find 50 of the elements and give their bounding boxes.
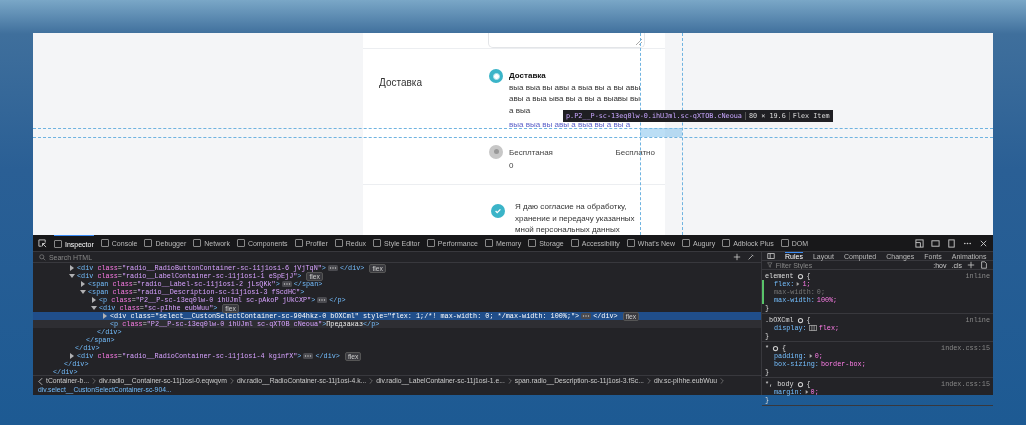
option-note: выа выа вы авы а выа вы а вы а	[509, 119, 631, 129]
price-label: Бесплатно	[615, 146, 656, 159]
sidebar-toggle-icon[interactable]	[767, 252, 775, 260]
collapsed-content-button[interactable]	[327, 265, 338, 271]
collapsed-content-button[interactable]	[581, 313, 592, 319]
chevron-right-icon	[720, 378, 725, 384]
collapsed-content-button[interactable]	[303, 353, 314, 359]
close-icon[interactable]	[979, 238, 988, 248]
document-icon[interactable]	[980, 261, 988, 269]
chevron-right-icon	[507, 378, 512, 384]
collapsed-content-button[interactable]	[317, 297, 328, 303]
caret-right-icon[interactable]	[91, 297, 97, 303]
section-label: Доставка	[379, 76, 423, 91]
caret-right-icon[interactable]	[80, 281, 86, 287]
gear-icon[interactable]	[772, 344, 780, 352]
option-title: Доставка	[509, 70, 547, 81]
chevron-right-icon	[369, 378, 374, 384]
filter-icon	[767, 262, 773, 268]
checkmark-icon	[494, 207, 502, 216]
scroll-left-icon[interactable]	[38, 377, 43, 385]
caret-right-icon[interactable]	[804, 390, 809, 394]
add-rule-icon[interactable]	[967, 261, 975, 269]
checkbox[interactable]	[491, 204, 505, 219]
option-label: Бесплтаная 0	[509, 146, 554, 172]
caret-right-icon[interactable]	[796, 282, 801, 286]
pick-element-icon[interactable]	[38, 238, 47, 248]
caret-right-icon[interactable]	[69, 353, 75, 359]
responsive-icon[interactable]	[947, 238, 956, 248]
collapsed-content-button[interactable]	[281, 281, 292, 287]
gear-icon[interactable]	[796, 272, 804, 280]
gear-icon[interactable]	[796, 316, 804, 324]
radio-button[interactable]	[489, 144, 503, 159]
eyedropper-icon[interactable]	[747, 253, 755, 261]
gear-icon[interactable]	[796, 380, 804, 388]
consent-text: Я даю согласие на обработку, хранение и передачу указанных мной персональных данных	[515, 201, 636, 235]
flexbox-icon[interactable]	[808, 325, 817, 331]
dock-bottom-icon[interactable]	[931, 238, 940, 248]
chevron-right-icon	[229, 378, 234, 384]
chevron-right-icon	[92, 378, 97, 384]
radio-button[interactable]	[489, 69, 503, 84]
chevron-right-icon	[646, 378, 651, 384]
caret-right-icon[interactable]	[808, 354, 813, 358]
resize-handle-icon[interactable]	[636, 39, 642, 45]
add-node-icon[interactable]	[733, 253, 741, 261]
caret-right-icon[interactable]	[69, 265, 75, 271]
dock-side-icon[interactable]	[915, 238, 924, 248]
element-highlight	[640, 128, 682, 137]
search-icon	[39, 253, 46, 261]
caret-down-icon[interactable]	[80, 289, 86, 295]
caret-down-icon[interactable]	[69, 273, 75, 279]
